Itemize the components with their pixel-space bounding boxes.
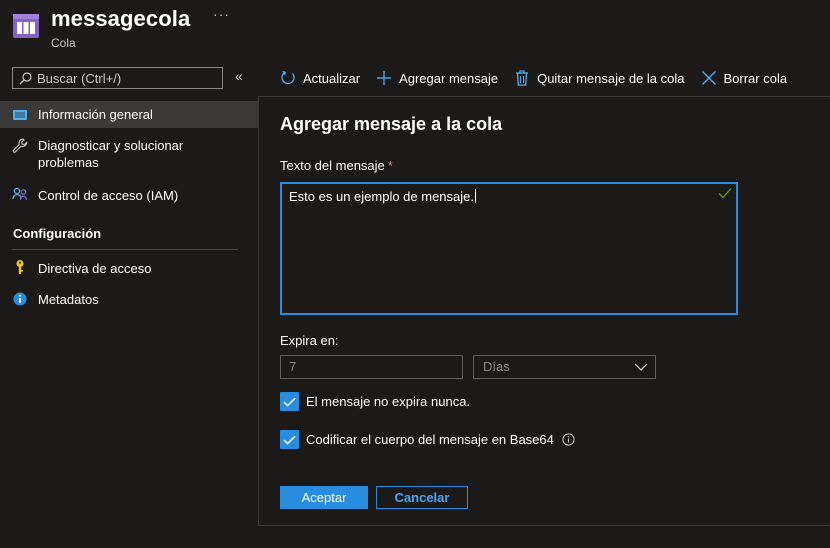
text-caret bbox=[475, 189, 476, 203]
sidebar-item-label: Diagnosticar y solucionar problemas bbox=[38, 138, 184, 170]
sidebar-item-overview[interactable]: Información general bbox=[0, 101, 258, 128]
refresh-button[interactable]: Actualizar bbox=[280, 70, 360, 86]
validation-check-icon bbox=[718, 188, 732, 199]
cancel-button[interactable]: Cancelar bbox=[376, 486, 468, 509]
app-root: messagecola Cola ··· « Información gener… bbox=[0, 0, 830, 548]
info-tooltip-icon[interactable] bbox=[562, 433, 575, 446]
resource-title: messagecola bbox=[51, 6, 191, 31]
trash-icon bbox=[516, 70, 529, 86]
plus-icon bbox=[377, 71, 392, 85]
overview-icon bbox=[13, 110, 27, 120]
sidebar-search[interactable] bbox=[12, 67, 223, 89]
more-options-button[interactable]: ··· bbox=[213, 6, 230, 22]
message-text: Esto es un ejemplo de mensaje. bbox=[289, 189, 474, 204]
key-icon bbox=[16, 260, 24, 274]
never-expires-checkbox-row[interactable]: El mensaje no expira nunca. bbox=[280, 392, 470, 411]
wrench-icon bbox=[12, 138, 28, 153]
info-icon bbox=[13, 292, 27, 306]
checkmark-icon bbox=[283, 435, 296, 445]
never-expires-label: El mensaje no expira nunca. bbox=[306, 394, 471, 409]
people-icon bbox=[12, 187, 28, 201]
sidebar-item-label: Metadatos bbox=[38, 292, 99, 307]
collapse-sidebar-button[interactable]: « bbox=[235, 68, 243, 84]
checkmark-icon bbox=[283, 397, 296, 407]
message-textarea-value: Esto es un ejemplo de mensaje. bbox=[289, 189, 476, 204]
close-icon bbox=[701, 71, 716, 85]
expires-unit-select[interactable]: Días bbox=[473, 355, 656, 379]
message-textarea[interactable]: Esto es un ejemplo de mensaje. bbox=[280, 182, 738, 315]
sidebar-item-access-policy[interactable]: Directiva de acceso bbox=[0, 256, 258, 280]
queue-resource-icon bbox=[13, 14, 39, 38]
chevron-down-icon bbox=[634, 363, 648, 371]
refresh-label: Actualizar bbox=[303, 70, 361, 86]
section-heading-configuracion: Configuración bbox=[13, 226, 102, 241]
add-message-label: Agregar mensaje bbox=[399, 70, 499, 86]
accept-button[interactable]: Aceptar bbox=[280, 486, 368, 509]
never-expires-checkbox[interactable] bbox=[280, 392, 299, 411]
message-text-label-text: Texto del mensaje bbox=[280, 158, 385, 173]
clear-queue-label: Borrar cola bbox=[723, 70, 788, 86]
command-bar: Actualizar Agregar mensaje Quitar mensaj… bbox=[280, 64, 803, 92]
section-divider bbox=[12, 249, 238, 250]
add-message-panel: Agregar mensaje a la cola Texto del mens… bbox=[258, 96, 830, 526]
sidebar-item-metadata[interactable]: Metadatos bbox=[0, 289, 258, 311]
sidebar-item-label: Directiva de acceso bbox=[38, 261, 152, 276]
required-indicator: * bbox=[387, 158, 393, 173]
expires-number-input[interactable]: 7 bbox=[280, 355, 463, 379]
dequeue-message-label: Quitar mensaje de la cola bbox=[537, 70, 685, 86]
add-message-button[interactable]: Agregar mensaje bbox=[376, 70, 498, 86]
refresh-icon bbox=[281, 70, 295, 85]
expires-unit-value: Días bbox=[483, 359, 510, 374]
resource-type: Cola bbox=[51, 36, 76, 50]
sidebar-item-diagnose[interactable]: Diagnosticar y solucionar problemas bbox=[0, 134, 258, 174]
dequeue-message-button[interactable]: Quitar mensaje de la cola bbox=[514, 70, 685, 86]
resource-header: messagecola Cola ··· bbox=[0, 0, 830, 60]
expires-label: Expira en: bbox=[280, 333, 339, 348]
sidebar-item-label: Control de acceso (IAM) bbox=[38, 188, 179, 203]
sidebar-item-label: Información general bbox=[38, 107, 153, 122]
clear-queue-button[interactable]: Borrar cola bbox=[701, 70, 788, 86]
base64-label: Codificar el cuerpo del mensaje en Base6… bbox=[306, 432, 554, 447]
message-text-label: Texto del mensaje * bbox=[280, 158, 393, 173]
sidebar-item-iam[interactable]: Control de acceso (IAM) bbox=[0, 182, 258, 208]
base64-checkbox[interactable] bbox=[280, 430, 299, 449]
panel-title: Agregar mensaje a la cola bbox=[280, 114, 503, 134]
search-icon bbox=[19, 71, 32, 84]
base64-checkbox-row[interactable]: Codificar el cuerpo del mensaje en Base6… bbox=[280, 430, 575, 449]
search-input[interactable] bbox=[37, 70, 217, 86]
